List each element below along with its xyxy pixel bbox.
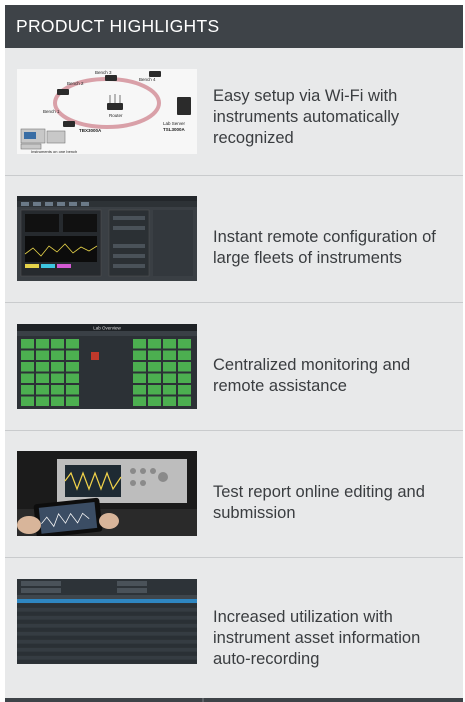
instrument-tile: [178, 396, 191, 406]
asset-table-row: [17, 624, 197, 628]
asset-table-row: [17, 644, 197, 648]
highlight-text: Centralized monitoring and remote assist…: [213, 356, 411, 395]
instrument-tile: [133, 362, 146, 372]
instrument-tile: [36, 362, 49, 372]
instrument-tile: [21, 385, 34, 395]
instrument-tile: [148, 339, 161, 349]
instrument-tile: [66, 385, 79, 395]
lab-server-label: Lab Server: [163, 121, 186, 126]
instrument-tile: [66, 396, 79, 406]
instrument-tile: [21, 362, 34, 372]
asset-table-row: [17, 620, 197, 624]
instrument-tile: [178, 385, 191, 395]
instrument-tile: [163, 350, 176, 360]
asset-table-row: [17, 616, 197, 620]
bench-2-label: Bench 2: [67, 81, 84, 86]
instrument-tile: [178, 339, 191, 349]
footer-divider: [202, 698, 204, 702]
instrument-tile: [133, 350, 146, 360]
highlight-row: Increased utilization with instrument as…: [5, 558, 463, 695]
instrument-tile: [163, 339, 176, 349]
bench-3-label: Bench 3: [95, 70, 112, 75]
asset-table-row: [17, 612, 197, 616]
asset-table-row: [17, 640, 197, 644]
device-label-1: TBX3000A: [79, 128, 102, 133]
lab-overview-screenshot: Lab Overview: [17, 324, 197, 409]
network-diagram-image: Bench 2 Bench 3 Bench 4 Bench 1 Router L…: [17, 69, 197, 154]
asset-table-row: [17, 648, 197, 652]
asset-table-row: [17, 604, 197, 608]
instrument-tile: [148, 373, 161, 383]
instrument-tile: [51, 396, 64, 406]
instrument-tile: [66, 339, 79, 349]
lab-overview-title: Lab Overview: [93, 326, 121, 331]
asset-table-row: [17, 660, 197, 664]
instrument-tile: [21, 339, 34, 349]
instrument-tile: [163, 396, 176, 406]
highlight-row: Instant remote configuration of large fl…: [5, 175, 463, 303]
highlight-row: Bench 2 Bench 3 Bench 4 Bench 1 Router L…: [5, 48, 463, 176]
instrument-tile: [163, 373, 176, 383]
instrument-tile: [148, 362, 161, 372]
highlight-row: Lab Overview Centralized monitoring and …: [5, 303, 463, 431]
highlight-text: Instant remote configuration of large fl…: [213, 228, 436, 267]
asset-table-row: [17, 636, 197, 640]
instrument-tile: [51, 350, 64, 360]
highlight-text: Increased utilization with instrument as…: [213, 608, 421, 668]
instrument-tile: [21, 373, 34, 383]
instrument-tile: [51, 385, 64, 395]
instrument-tile: [133, 385, 146, 395]
instrument-tile: [148, 396, 161, 406]
instrument-tile: [178, 350, 191, 360]
bench-4-label: Bench 4: [139, 77, 156, 82]
instrument-tile: [66, 362, 79, 372]
instrument-tile: [178, 373, 191, 383]
instrument-tile: [21, 350, 34, 360]
instrument-tile: [36, 385, 49, 395]
instrument-tile: [51, 373, 64, 383]
instrument-tile: [163, 385, 176, 395]
instrument-tile: [148, 350, 161, 360]
asset-table-row: [17, 608, 197, 612]
router-label: Router: [109, 113, 123, 118]
diagram-caption: Instruments on one bench: [31, 149, 77, 154]
asset-table-row: [17, 656, 197, 660]
instrument-tile: [36, 339, 49, 349]
highlight-text: Easy setup via Wi-Fi with instruments au…: [213, 87, 400, 147]
bench-1-label: Bench 1: [43, 109, 60, 114]
instrument-tile: [133, 396, 146, 406]
instrument-tile: [51, 362, 64, 372]
instrument-tile: [36, 396, 49, 406]
instrument-tile: [51, 339, 64, 349]
asset-table-row: [17, 632, 197, 636]
asset-table-screenshot: [17, 579, 197, 664]
section-title: PRODUCT HIGHLIGHTS: [16, 16, 220, 36]
highlight-row: Test report online editing and submissio…: [5, 430, 463, 558]
instrument-tile: [133, 339, 146, 349]
instrument-tile: [36, 350, 49, 360]
oscilloscope-tablet-photo: [17, 451, 197, 536]
instrument-tile: [148, 385, 161, 395]
asset-table-row: [17, 652, 197, 656]
product-highlights-panel: PRODUCT HIGHLIGHTS Bench 2 Bench 3 Bench…: [5, 5, 463, 702]
instrument-tile: [133, 373, 146, 383]
asset-table-row: [17, 628, 197, 632]
instrument-tile: [178, 362, 191, 372]
footer-bar: [5, 698, 463, 702]
instrument-tile: [66, 350, 79, 360]
device-label-2: TSL3000A: [163, 127, 186, 132]
instrument-tile: [36, 373, 49, 383]
instrument-tile: [21, 396, 34, 406]
instrument-tile: [163, 362, 176, 372]
section-header: PRODUCT HIGHLIGHTS: [5, 5, 463, 48]
instrument-tile: [66, 373, 79, 383]
highlight-text: Test report online editing and submissio…: [213, 483, 425, 522]
remote-config-screenshot: [17, 196, 197, 281]
